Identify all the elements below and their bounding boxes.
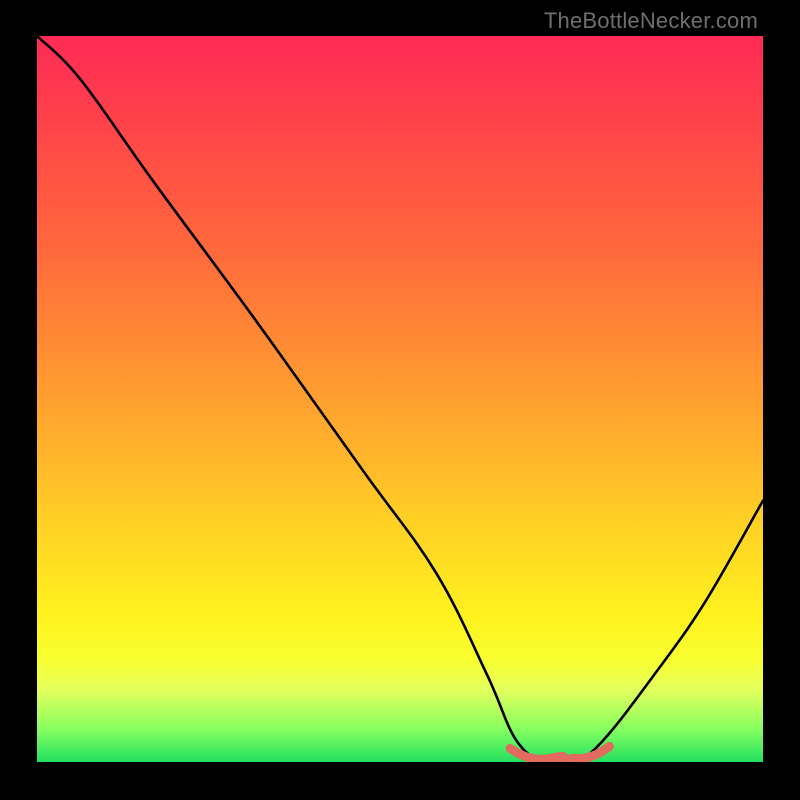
severity-gradient: [37, 36, 763, 762]
chart-frame: TheBottleNecker.com: [0, 0, 800, 800]
watermark-text: TheBottleNecker.com: [544, 8, 758, 34]
plot-area: [37, 36, 763, 762]
